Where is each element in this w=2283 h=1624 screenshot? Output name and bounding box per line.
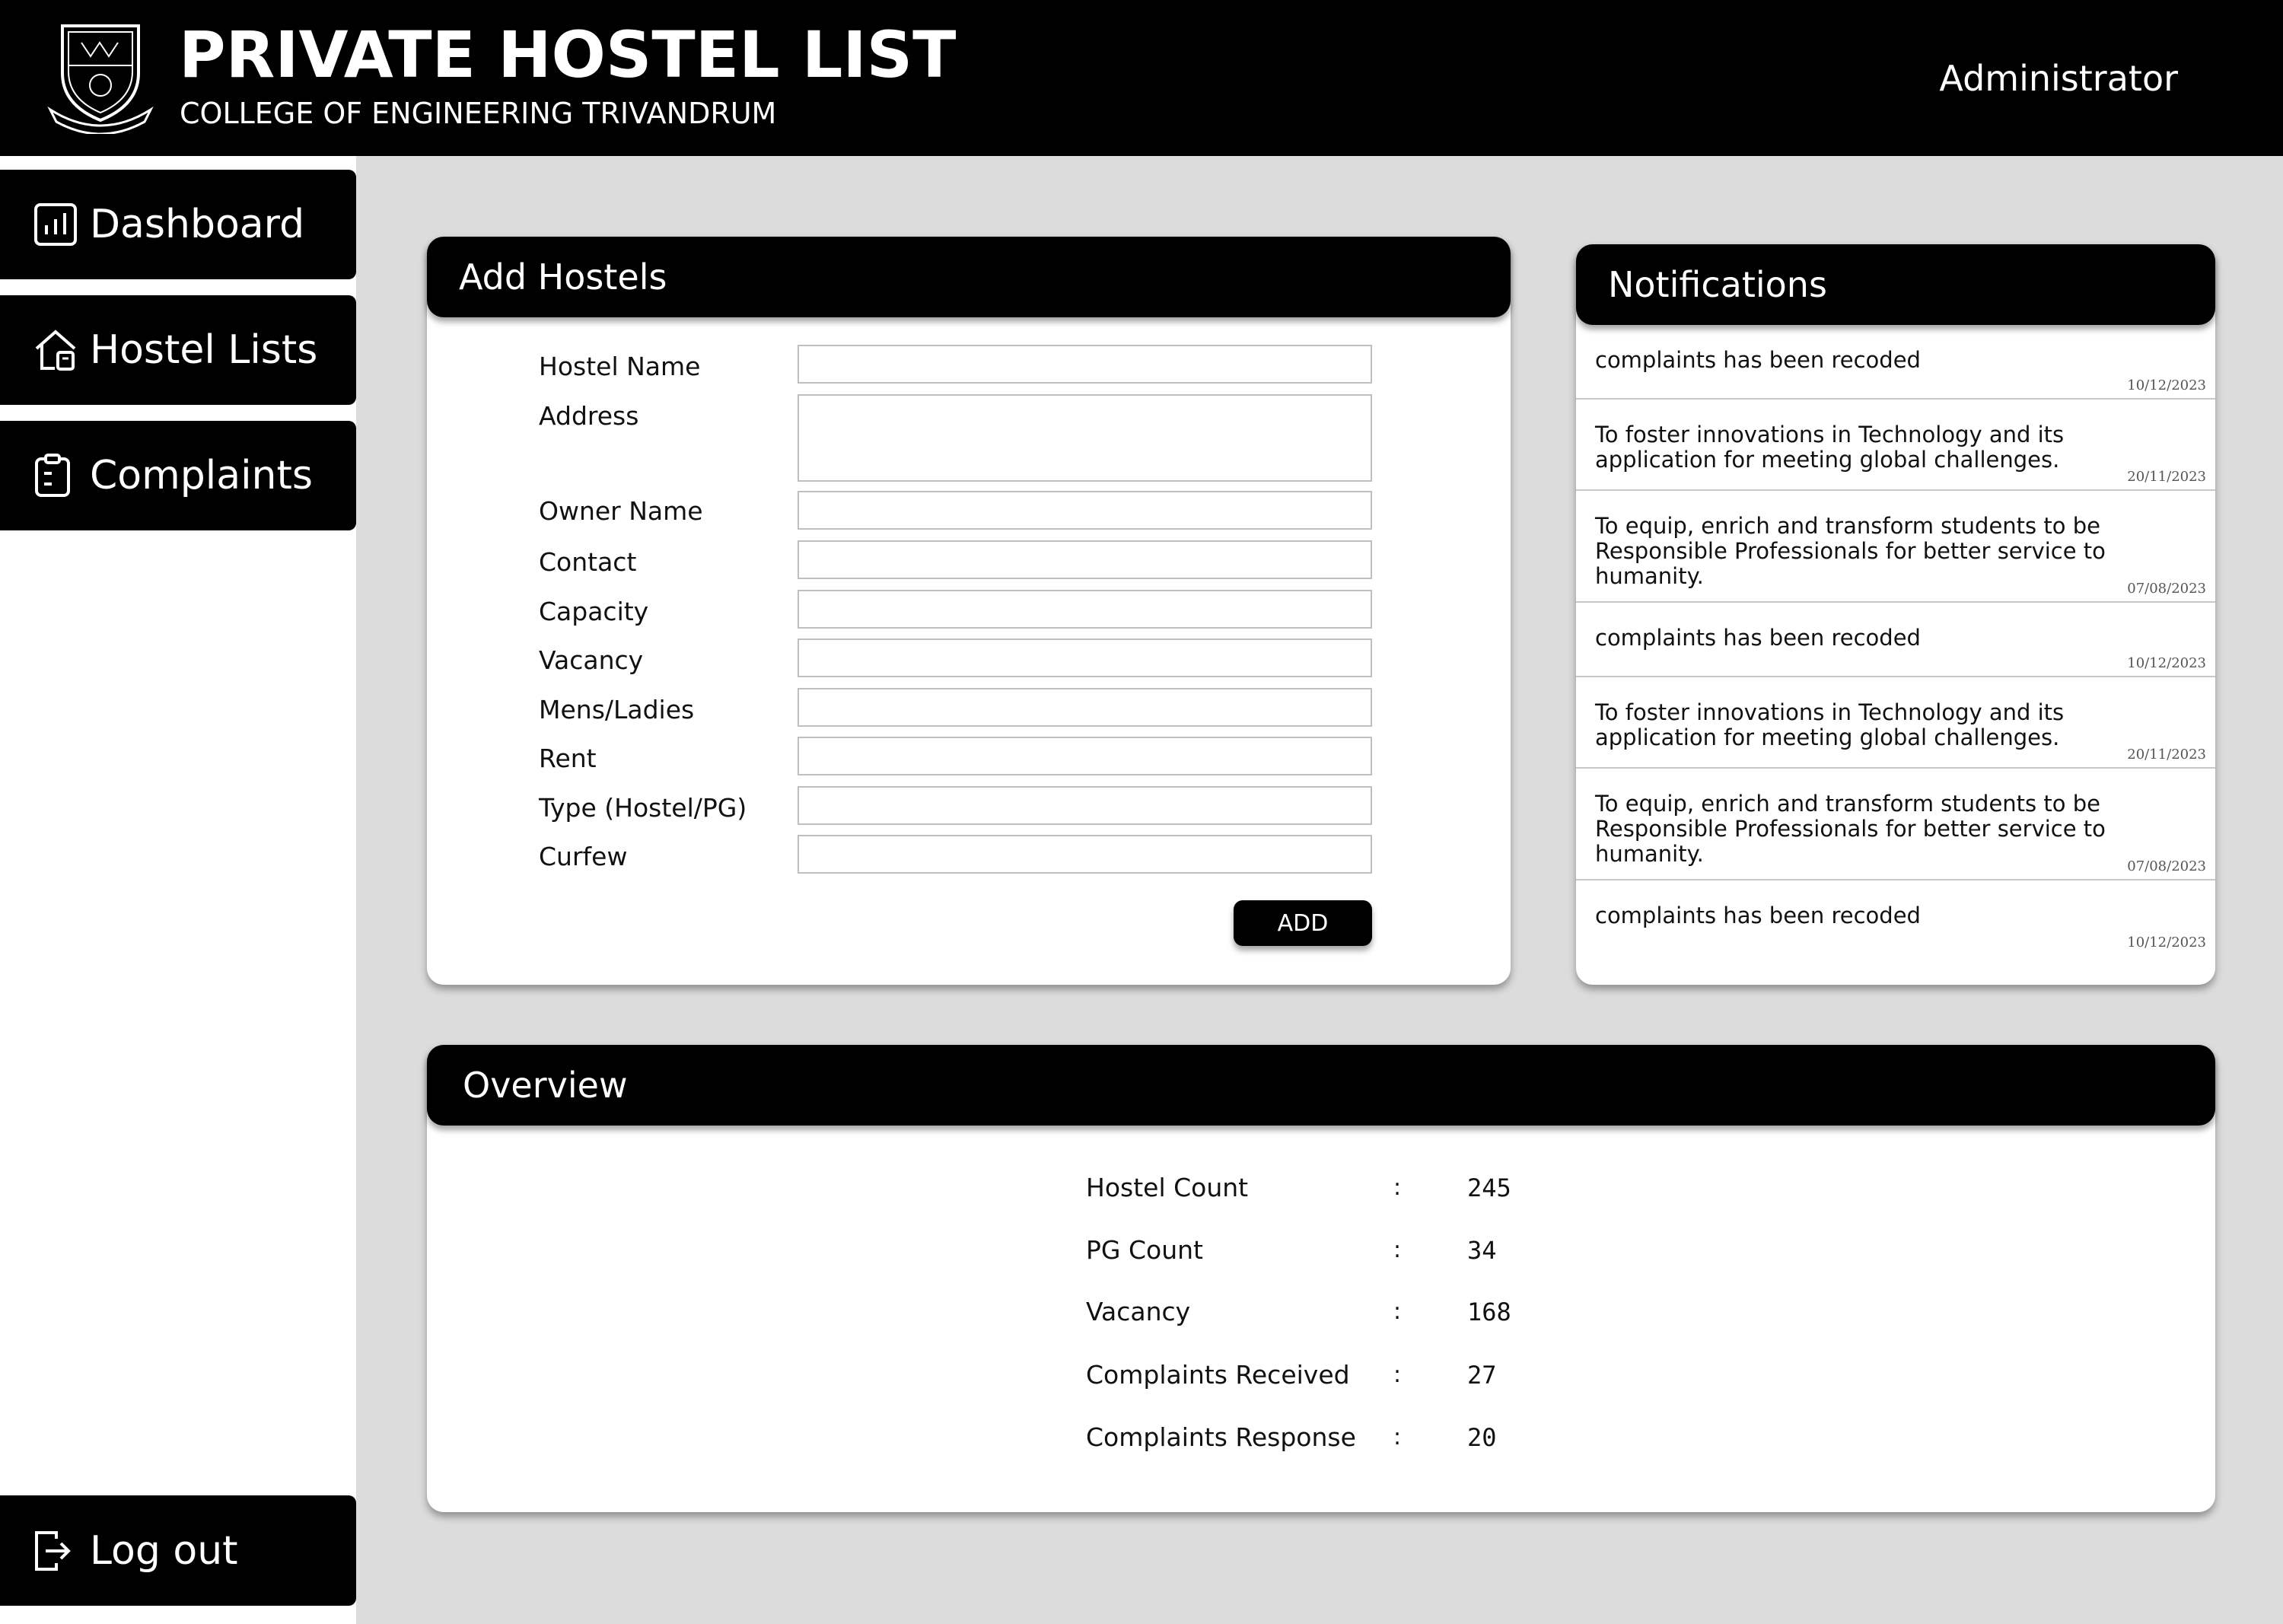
- rent-label: Rent: [539, 744, 597, 773]
- vacancy-input[interactable]: [798, 638, 1372, 677]
- pg-count-label: PG Count: [1086, 1235, 1203, 1265]
- separator: :: [1393, 1174, 1402, 1201]
- curfew-label: Curfew: [539, 842, 628, 871]
- notification-date: 10/12/2023: [2127, 655, 2206, 671]
- overview-card: Overview Hostel Count : 245 PG Count : 3…: [427, 1045, 2215, 1512]
- clipboard-icon: [33, 453, 79, 498]
- sidebar-item-label: Dashboard: [90, 202, 305, 247]
- separator: :: [1393, 1237, 1402, 1263]
- separator: :: [1393, 1298, 1402, 1325]
- notifications-list: complaints has been recoded 10/12/2023 T…: [1576, 325, 2215, 955]
- sidebar-item-label: Complaints: [90, 453, 313, 498]
- college-emblem-icon: [47, 24, 154, 134]
- notifications-header: Notifications: [1576, 244, 2215, 325]
- sidebar-item-complaints[interactable]: Complaints: [0, 421, 356, 530]
- mens-ladies-input[interactable]: [798, 688, 1372, 727]
- rent-input[interactable]: [798, 737, 1372, 775]
- sidebar: Dashboard Hostel Lists Complaints Log ou…: [0, 156, 356, 1624]
- owner-name-label: Owner Name: [539, 496, 703, 526]
- overview-title: Overview: [463, 1065, 628, 1106]
- bar-chart-icon: [33, 202, 79, 247]
- capacity-input[interactable]: [798, 590, 1372, 629]
- overview-header: Overview: [427, 1045, 2215, 1126]
- notification-date: 20/11/2023: [2127, 469, 2206, 485]
- pg-count-value: 34: [1467, 1236, 1497, 1265]
- type-label: Type (Hostel/PG): [539, 793, 747, 823]
- notification-date: 20/11/2023: [2127, 747, 2206, 763]
- notification-item[interactable]: To equip, enrich and transform students …: [1576, 769, 2215, 880]
- user-role-label[interactable]: Administrator: [1939, 61, 2178, 96]
- notification-date: 10/12/2023: [2127, 935, 2206, 951]
- vacancy-label: Vacancy: [1086, 1297, 1191, 1326]
- mens-ladies-label: Mens/Ladies: [539, 695, 695, 724]
- notification-date: 10/12/2023: [2127, 377, 2206, 393]
- add-hostels-title: Add Hostels: [459, 256, 667, 298]
- hostel-name-label: Hostel Name: [539, 352, 701, 381]
- notification-item[interactable]: complaints has been recoded 10/12/2023: [1576, 880, 2215, 955]
- complaints-received-label: Complaints Received: [1086, 1360, 1350, 1390]
- complaints-response-value: 20: [1467, 1423, 1497, 1452]
- hostel-name-input[interactable]: [798, 345, 1372, 384]
- app-header: PRIVATE HOSTEL LIST COLLEGE OF ENGINEERI…: [0, 0, 2283, 156]
- app-subtitle: COLLEGE OF ENGINEERING TRIVANDRUM: [180, 97, 777, 130]
- app-title: PRIVATE HOSTEL LIST: [179, 18, 957, 92]
- sidebar-item-hostel-lists[interactable]: Hostel Lists: [0, 295, 356, 405]
- sidebar-item-dashboard[interactable]: Dashboard: [0, 170, 356, 279]
- complaints-response-label: Complaints Response: [1086, 1422, 1356, 1452]
- separator: :: [1393, 1424, 1402, 1450]
- notification-text: To foster innovations in Technology and …: [1595, 422, 2065, 473]
- notification-text: complaints has been recoded: [1595, 347, 1921, 373]
- add-hostels-header: Add Hostels: [427, 237, 1511, 317]
- notification-text: complaints has been recoded: [1595, 903, 1921, 928]
- address-label: Address: [539, 401, 639, 431]
- vacancy-label: Vacancy: [539, 645, 644, 675]
- add-hostels-card: Add Hostels Hostel Name Address Owner Na…: [427, 237, 1511, 985]
- notification-item[interactable]: To equip, enrich and transform students …: [1576, 491, 2215, 603]
- separator: :: [1393, 1361, 1402, 1388]
- notification-text: complaints has been recoded: [1595, 625, 1921, 651]
- notification-item[interactable]: complaints has been recoded 10/12/2023: [1576, 325, 2215, 400]
- sidebar-item-label: Hostel Lists: [90, 327, 318, 373]
- notification-item[interactable]: To foster innovations in Technology and …: [1576, 677, 2215, 769]
- notification-date: 07/08/2023: [2127, 581, 2206, 597]
- notifications-title: Notifications: [1608, 264, 1827, 305]
- logout-icon: [33, 1528, 79, 1574]
- capacity-label: Capacity: [539, 597, 649, 626]
- hostel-count-value: 245: [1467, 1173, 1511, 1202]
- logout-button[interactable]: Log out: [0, 1495, 356, 1606]
- logout-label: Log out: [90, 1527, 238, 1574]
- vacancy-value: 168: [1467, 1298, 1511, 1326]
- house-icon: [33, 327, 79, 373]
- notification-item[interactable]: To foster innovations in Technology and …: [1576, 400, 2215, 491]
- notification-text: To equip, enrich and transform students …: [1595, 513, 2106, 589]
- hostel-count-label: Hostel Count: [1086, 1173, 1249, 1202]
- address-input[interactable]: [798, 394, 1372, 482]
- add-hostel-button[interactable]: ADD: [1234, 900, 1372, 946]
- notifications-card: Notifications complaints has been recode…: [1576, 244, 2215, 985]
- notification-text: To foster innovations in Technology and …: [1595, 699, 2065, 750]
- owner-name-input[interactable]: [798, 491, 1372, 530]
- notification-text: To equip, enrich and transform students …: [1595, 791, 2106, 867]
- contact-label: Contact: [539, 547, 637, 577]
- notification-date: 07/08/2023: [2127, 858, 2206, 874]
- type-input[interactable]: [798, 786, 1372, 825]
- complaints-received-value: 27: [1467, 1361, 1497, 1390]
- notification-item[interactable]: complaints has been recoded 10/12/2023: [1576, 603, 2215, 677]
- curfew-input[interactable]: [798, 835, 1372, 874]
- contact-input[interactable]: [798, 540, 1372, 579]
